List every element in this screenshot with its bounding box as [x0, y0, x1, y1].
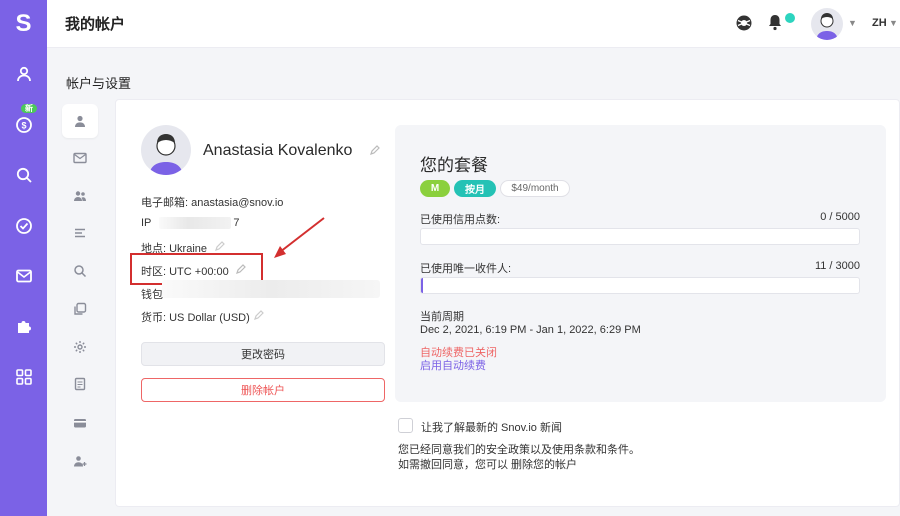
svg-text:$: $	[21, 121, 26, 131]
rail-check-circle-icon[interactable]	[0, 208, 47, 244]
billing-cycle-badge: 按月	[454, 180, 496, 197]
plan-price-badge: $49/month	[500, 180, 570, 197]
rail-grid-icon[interactable]	[0, 359, 47, 395]
subnav-search-icon[interactable]	[62, 254, 98, 288]
delete-account-button[interactable]: 删除帐户	[141, 378, 385, 402]
rail-user-icon[interactable]	[0, 56, 47, 92]
subnav-users-icon[interactable]	[62, 179, 98, 213]
period-label: 当前周期	[420, 311, 464, 323]
newsletter-checkbox[interactable]	[398, 418, 413, 433]
user-avatar[interactable]	[811, 8, 843, 40]
snovio-logo[interactable]: S	[0, 0, 47, 48]
subnav-copy-icon[interactable]	[62, 292, 98, 326]
language-switcher[interactable]: ZH	[872, 17, 887, 29]
subnav-card-icon[interactable]	[62, 406, 98, 440]
plan-tier-badge: M	[420, 180, 450, 197]
wallet-redacted	[162, 280, 380, 298]
subnav-gear-icon[interactable]	[62, 330, 98, 364]
rail-puzzle-icon[interactable]	[0, 308, 47, 344]
subnav-user-icon[interactable]	[62, 104, 98, 138]
ip-redacted	[159, 217, 232, 230]
currency-row: 货币: US Dollar (USD)	[141, 312, 250, 324]
edit-name-pencil-icon[interactable]	[369, 144, 381, 156]
email-row: 电子邮箱: anastasia@snov.io	[141, 197, 284, 209]
consent-line-1: 您已经同意我们的安全政策以及使用条款和条件。	[398, 444, 640, 456]
consent-text: 您已经同意我们的安全政策以及使用条款和条件。 如需撤回同意，您可以 删除您的帐户	[398, 443, 640, 473]
bell-icon-shape	[766, 13, 784, 31]
help-lifebuoy-icon[interactable]	[733, 12, 755, 34]
newsletter-label[interactable]: 让我了解最新的 Snov.io 新闻	[421, 419, 562, 435]
language-chevron-down-icon[interactable]: ▼	[889, 18, 898, 28]
subnav-document-icon[interactable]	[62, 367, 98, 401]
section-title: 帐户与设置	[66, 76, 132, 91]
ip-label: IP	[141, 217, 152, 229]
credits-label: 已使用信用点数:	[420, 214, 501, 226]
change-password-button[interactable]: 更改密码	[141, 342, 385, 366]
recipients-progress-fill	[421, 278, 423, 293]
edit-currency-pencil-icon[interactable]	[253, 309, 265, 321]
recipients-progress-bar	[420, 277, 860, 294]
profile-name: Anastasia Kovalenko	[203, 142, 353, 159]
left-rail: S 新 $	[0, 0, 47, 516]
subnav-mail-icon[interactable]	[62, 141, 98, 175]
rail-dollar-icon[interactable]: $	[0, 107, 47, 143]
rail-mail-icon[interactable]	[0, 258, 47, 294]
recipients-label: 已使用唯一收件人:	[420, 263, 512, 275]
subnav-add-user-icon[interactable]	[62, 444, 98, 478]
notification-dot	[785, 13, 795, 23]
profile-avatar	[141, 125, 191, 175]
plan-title: 您的套餐	[420, 156, 488, 175]
rail-search-icon[interactable]	[0, 157, 47, 193]
enable-auto-renew-link[interactable]: 启用自动续费	[420, 357, 486, 373]
period-value: Dec 2, 2021, 6:19 PM - Jan 1, 2022, 6:29…	[420, 324, 641, 336]
consent-line-2: 如需撤回同意，您可以 删除您的帐户	[398, 459, 578, 471]
ip-suffix: 7	[233, 217, 240, 229]
credits-count: 0 / 5000	[820, 211, 860, 223]
annotation-arrow	[274, 217, 325, 258]
recipients-count: 11 / 3000	[814, 260, 860, 272]
wallet-row: 钱包	[141, 289, 163, 301]
credits-progress-bar	[420, 228, 860, 245]
ip-row: IP 7	[141, 217, 240, 230]
edit-location-pencil-icon[interactable]	[214, 240, 226, 252]
subnav-list-icon[interactable]	[62, 216, 98, 250]
page-title: 我的帐户	[65, 16, 126, 33]
avatar-chevron-down-icon[interactable]: ▼	[848, 18, 857, 28]
